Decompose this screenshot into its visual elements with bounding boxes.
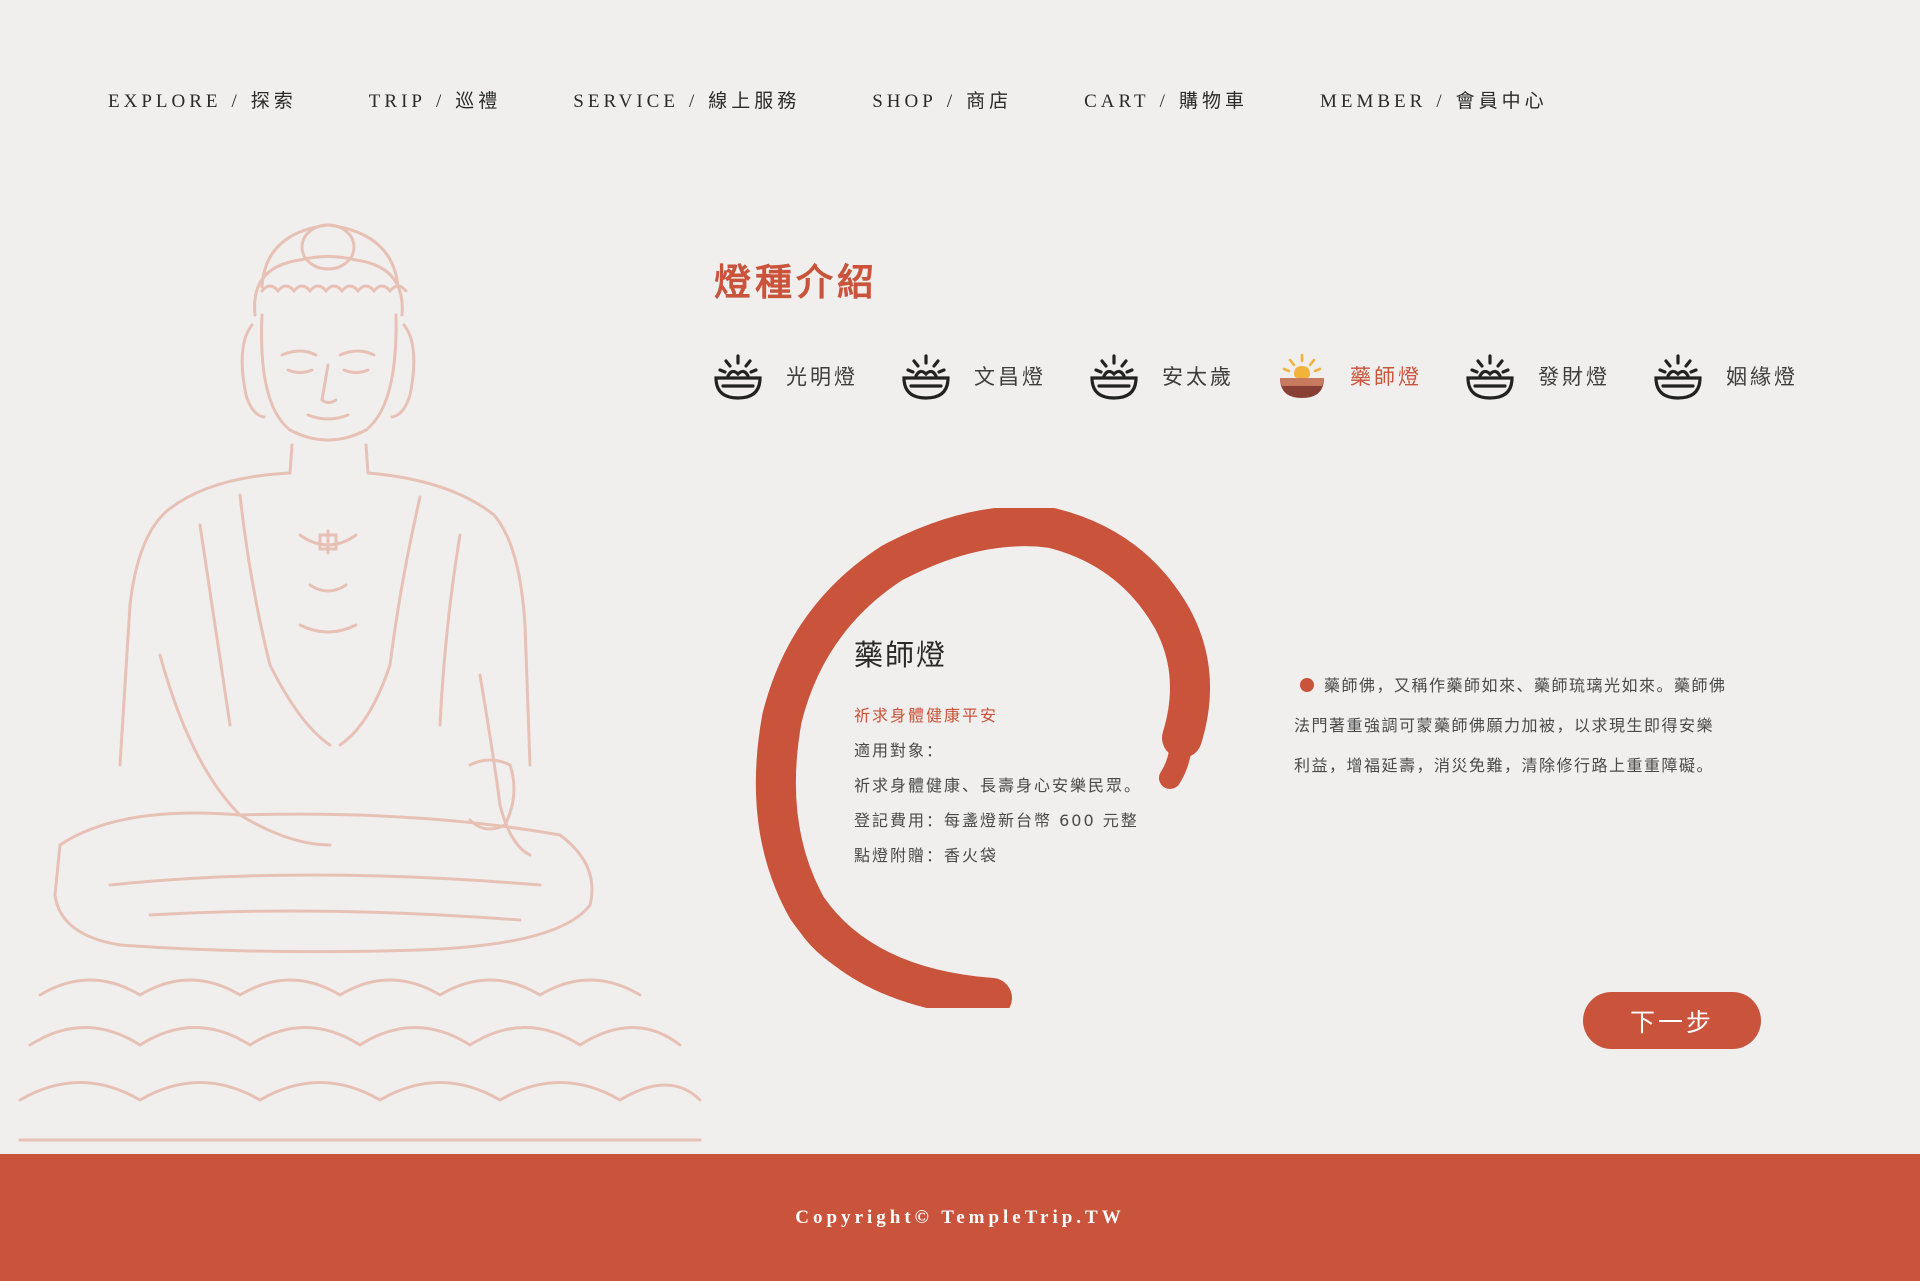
lamp-gift: 點燈附贈：香火袋 [854,846,999,865]
lamp-info-card: 藥師燈 祈求身體健康平安 適用對象： 祈求身體健康、長壽身心安樂民眾。 登記費用… [854,632,1142,873]
nav-member-en: MEMBER [1319,91,1427,112]
lamp-title: 藥師燈 [854,638,948,672]
lamp-tab-wenchang[interactable]: 文昌燈 [900,350,1088,402]
nav-cart-en: CART [1084,91,1150,112]
lamp-label: 發財燈 [1538,365,1610,389]
description-line: 利益，增福延壽，消災免難，清除修行路上重重障礙。 [1294,756,1715,775]
lamp-tab-yaoshi[interactable]: 藥師燈 [1276,350,1464,402]
footer-copyright: Copyright© TempleTrip.TW [795,1206,1125,1228]
nav-separator: / [231,91,241,112]
lamp-fee: 登記費用：每盞燈新台幣 600 元整 [854,811,1139,830]
description-line: 法門著重強調可蒙藥師佛願力加被，以求現生即得安樂 [1294,716,1715,735]
section-title: 燈種介紹 [714,261,878,304]
lamp-subtitle: 祈求身體健康平安 [854,706,999,725]
nav-trip-zh: 巡禮 [455,91,502,112]
description-text: 藥師佛，又稱作藥師如來、藥師琉璃光如來。藥師佛 [1324,676,1727,695]
nav-trip-en: TRIP [368,91,426,112]
nav-member[interactable]: MEMBER / 會員中心 [1320,86,1548,113]
nav-separator: / [1159,91,1169,112]
lamp-bowl-icon [902,354,950,400]
lamp-bowl-icon [1466,354,1514,400]
nav-separator: / [946,91,957,112]
lamp-type-tabs: 光明燈 文昌燈 安太歲 藥師燈 發財燈 姻緣燈 [712,350,1840,402]
lamp-label: 文昌燈 [974,365,1046,389]
nav-explore[interactable]: EXPLORE / 探索 [108,86,297,113]
nav-separator: / [435,91,446,112]
nav-explore-zh: 探索 [250,91,297,112]
main-nav: EXPLORE / 探索 TRIP / 巡禮 SERVICE / 線上服務 SHOP / 商店 … [108,86,1548,113]
lamp-bowl-icon [1090,354,1138,400]
lamp-label: 安太歲 [1162,365,1234,389]
nav-cart-zh: 購物車 [1178,91,1248,112]
nav-shop[interactable]: SHOP / 商店 [872,86,1012,113]
nav-explore-en: EXPLORE [108,91,222,112]
lamp-tab-guangming[interactable]: 光明燈 [712,350,900,402]
nav-separator: / [1436,91,1446,112]
footer: Copyright© TempleTrip.TW [0,1154,1920,1281]
lamp-target-value: 祈求身體健康、長壽身心安樂民眾。 [854,776,1143,795]
buddha-sketch-image [18,223,702,1142]
lamp-label: 光明燈 [786,365,858,389]
lamp-description: 藥師佛，又稱作藥師如來、藥師琉璃光如來。藥師佛 法門著重強調可蒙藥師佛願力加被，… [1294,666,1754,786]
nav-shop-zh: 商店 [966,91,1013,112]
nav-member-zh: 會員中心 [1455,91,1548,112]
nav-trip[interactable]: TRIP / 巡禮 [369,86,501,113]
lamp-tab-facai[interactable]: 發財燈 [1464,350,1652,402]
lamp-bowl-icon [714,354,762,400]
lamp-tab-antaisui[interactable]: 安太歲 [1088,350,1276,402]
lamp-bowl-icon-active [1280,353,1324,398]
nav-service-en: SERVICE [573,91,679,112]
nav-service-zh: 線上服務 [708,91,801,112]
nav-cart[interactable]: CART / 購物車 [1084,86,1248,113]
lamp-bowl-icon [1654,354,1702,400]
lamp-label: 藥師燈 [1350,365,1422,389]
description-line: 藥師佛，又稱作藥師如來、藥師琉璃光如來。藥師佛 [1294,666,1754,706]
nav-service[interactable]: SERVICE / 線上服務 [573,86,800,113]
nav-shop-en: SHOP [872,91,937,112]
lamp-target-label: 適用對象： [854,741,945,760]
lamp-label: 姻緣燈 [1726,365,1798,389]
bullet-dot-icon [1300,678,1314,692]
lamp-tab-yinyuan[interactable]: 姻緣燈 [1652,350,1840,402]
nav-separator: / [688,91,699,112]
next-step-button[interactable]: 下一步 [1583,992,1761,1049]
